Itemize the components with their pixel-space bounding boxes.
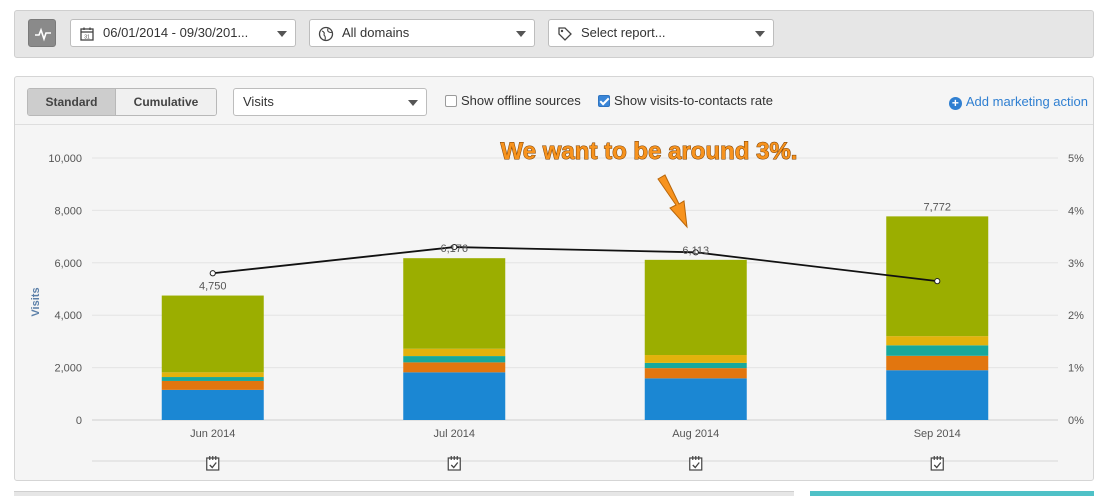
top-toolbar: 31 06/01/2014 - 09/30/201... All domains… bbox=[14, 10, 1094, 58]
y2-tick-label: 1% bbox=[1068, 363, 1084, 375]
y2-tick-label: 2% bbox=[1068, 310, 1084, 322]
y2-tick-label: 0% bbox=[1068, 415, 1084, 427]
chevron-down-icon bbox=[516, 31, 526, 37]
marketing-action-icons bbox=[206, 456, 944, 471]
y-tick-label: 2,000 bbox=[54, 363, 82, 375]
pulse-icon bbox=[35, 27, 51, 42]
total-label: 6,113 bbox=[682, 245, 709, 257]
domain-dropdown[interactable]: All domains bbox=[309, 19, 535, 47]
bottom-button-edge bbox=[810, 491, 1094, 496]
bar-segment bbox=[644, 259, 747, 356]
notepad-icon bbox=[447, 456, 461, 471]
chevron-down-icon bbox=[755, 31, 765, 37]
rate-line bbox=[209, 243, 941, 285]
report-dropdown[interactable]: Select report... bbox=[548, 19, 774, 47]
bar-segment bbox=[161, 372, 264, 378]
bar-segment bbox=[886, 336, 989, 346]
notepad-icon bbox=[206, 456, 220, 471]
calendar-icon: 31 bbox=[80, 27, 94, 41]
bar-segment bbox=[644, 362, 747, 369]
domain-value: All domains bbox=[342, 25, 410, 40]
bars bbox=[161, 216, 989, 420]
annotation-text: We want to be around 3%. bbox=[501, 138, 798, 165]
total-label: 7,772 bbox=[923, 201, 951, 213]
bar-segment bbox=[886, 370, 989, 420]
date-range-value: 06/01/2014 - 09/30/201... bbox=[103, 25, 249, 40]
annotation-arrow bbox=[657, 174, 688, 229]
total-label: 6,176 bbox=[440, 243, 468, 255]
x-axis-ticks: Jun 2014 Jul 2014 Aug 2014 Sep 2014 bbox=[92, 428, 1058, 462]
chart-panel: Standard Cumulative Visits Show offline … bbox=[14, 76, 1094, 481]
date-range-dropdown[interactable]: 31 06/01/2014 - 09/30/201... bbox=[70, 19, 296, 47]
y-tick-label: 8,000 bbox=[54, 205, 82, 217]
report-value: Select report... bbox=[581, 25, 666, 40]
bar-segment bbox=[403, 372, 506, 420]
chevron-down-icon bbox=[277, 31, 287, 37]
bar-segment bbox=[161, 377, 264, 381]
svg-text:31: 31 bbox=[84, 35, 90, 41]
y-tick-label: 10,000 bbox=[48, 153, 82, 165]
visits-chart: 0 2,000 4,000 6,000 8,000 10,000 0% 1% 2% 3% 4% 5%… bbox=[30, 138, 1084, 471]
x-tick-label: Sep 2014 bbox=[914, 428, 961, 440]
globe-icon bbox=[318, 26, 334, 42]
rate-point bbox=[934, 278, 941, 285]
tag-icon bbox=[558, 27, 572, 41]
rate-series-line bbox=[212, 246, 938, 283]
bar-segment bbox=[886, 355, 989, 371]
bar-segment bbox=[644, 378, 747, 420]
bar-segment bbox=[644, 368, 747, 379]
y-tick-label: 6,000 bbox=[54, 258, 82, 270]
bar-segment bbox=[886, 345, 989, 356]
bar-segment bbox=[644, 355, 747, 363]
bar-segment bbox=[403, 258, 506, 349]
pulse-button[interactable] bbox=[28, 19, 56, 47]
y-axis-ticks: 0 2,000 4,000 6,000 8,000 10,000 bbox=[48, 153, 82, 427]
y2-tick-label: 5% bbox=[1068, 153, 1084, 165]
x-tick-label: Jun 2014 bbox=[190, 428, 235, 440]
bar-segment bbox=[161, 380, 264, 390]
bar-segment bbox=[403, 356, 506, 363]
y-tick-label: 0 bbox=[76, 415, 82, 427]
total-labels: 4,750 6,176 6,113 7,772 bbox=[199, 201, 951, 292]
bar-segment bbox=[403, 348, 506, 357]
y2-axis-ticks: 0% 1% 2% 3% 4% 5% bbox=[1068, 153, 1084, 427]
y-tick-label: 4,000 bbox=[54, 310, 82, 322]
x-tick-label: Aug 2014 bbox=[672, 428, 719, 440]
y-axis-label: Visits bbox=[30, 287, 42, 316]
rate-point bbox=[209, 270, 216, 277]
bar-segment bbox=[161, 389, 264, 420]
y2-tick-label: 3% bbox=[1068, 258, 1084, 270]
bar-segment bbox=[403, 362, 506, 373]
x-tick-label: Jul 2014 bbox=[433, 428, 475, 440]
notepad-icon bbox=[689, 456, 703, 471]
bottom-panel-edge bbox=[14, 491, 794, 496]
total-label: 4,750 bbox=[199, 281, 227, 293]
annotation: We want to be around 3%. bbox=[500, 138, 798, 229]
notepad-icon bbox=[930, 456, 944, 471]
bar-segment bbox=[161, 295, 264, 373]
y2-tick-label: 4% bbox=[1068, 205, 1084, 217]
